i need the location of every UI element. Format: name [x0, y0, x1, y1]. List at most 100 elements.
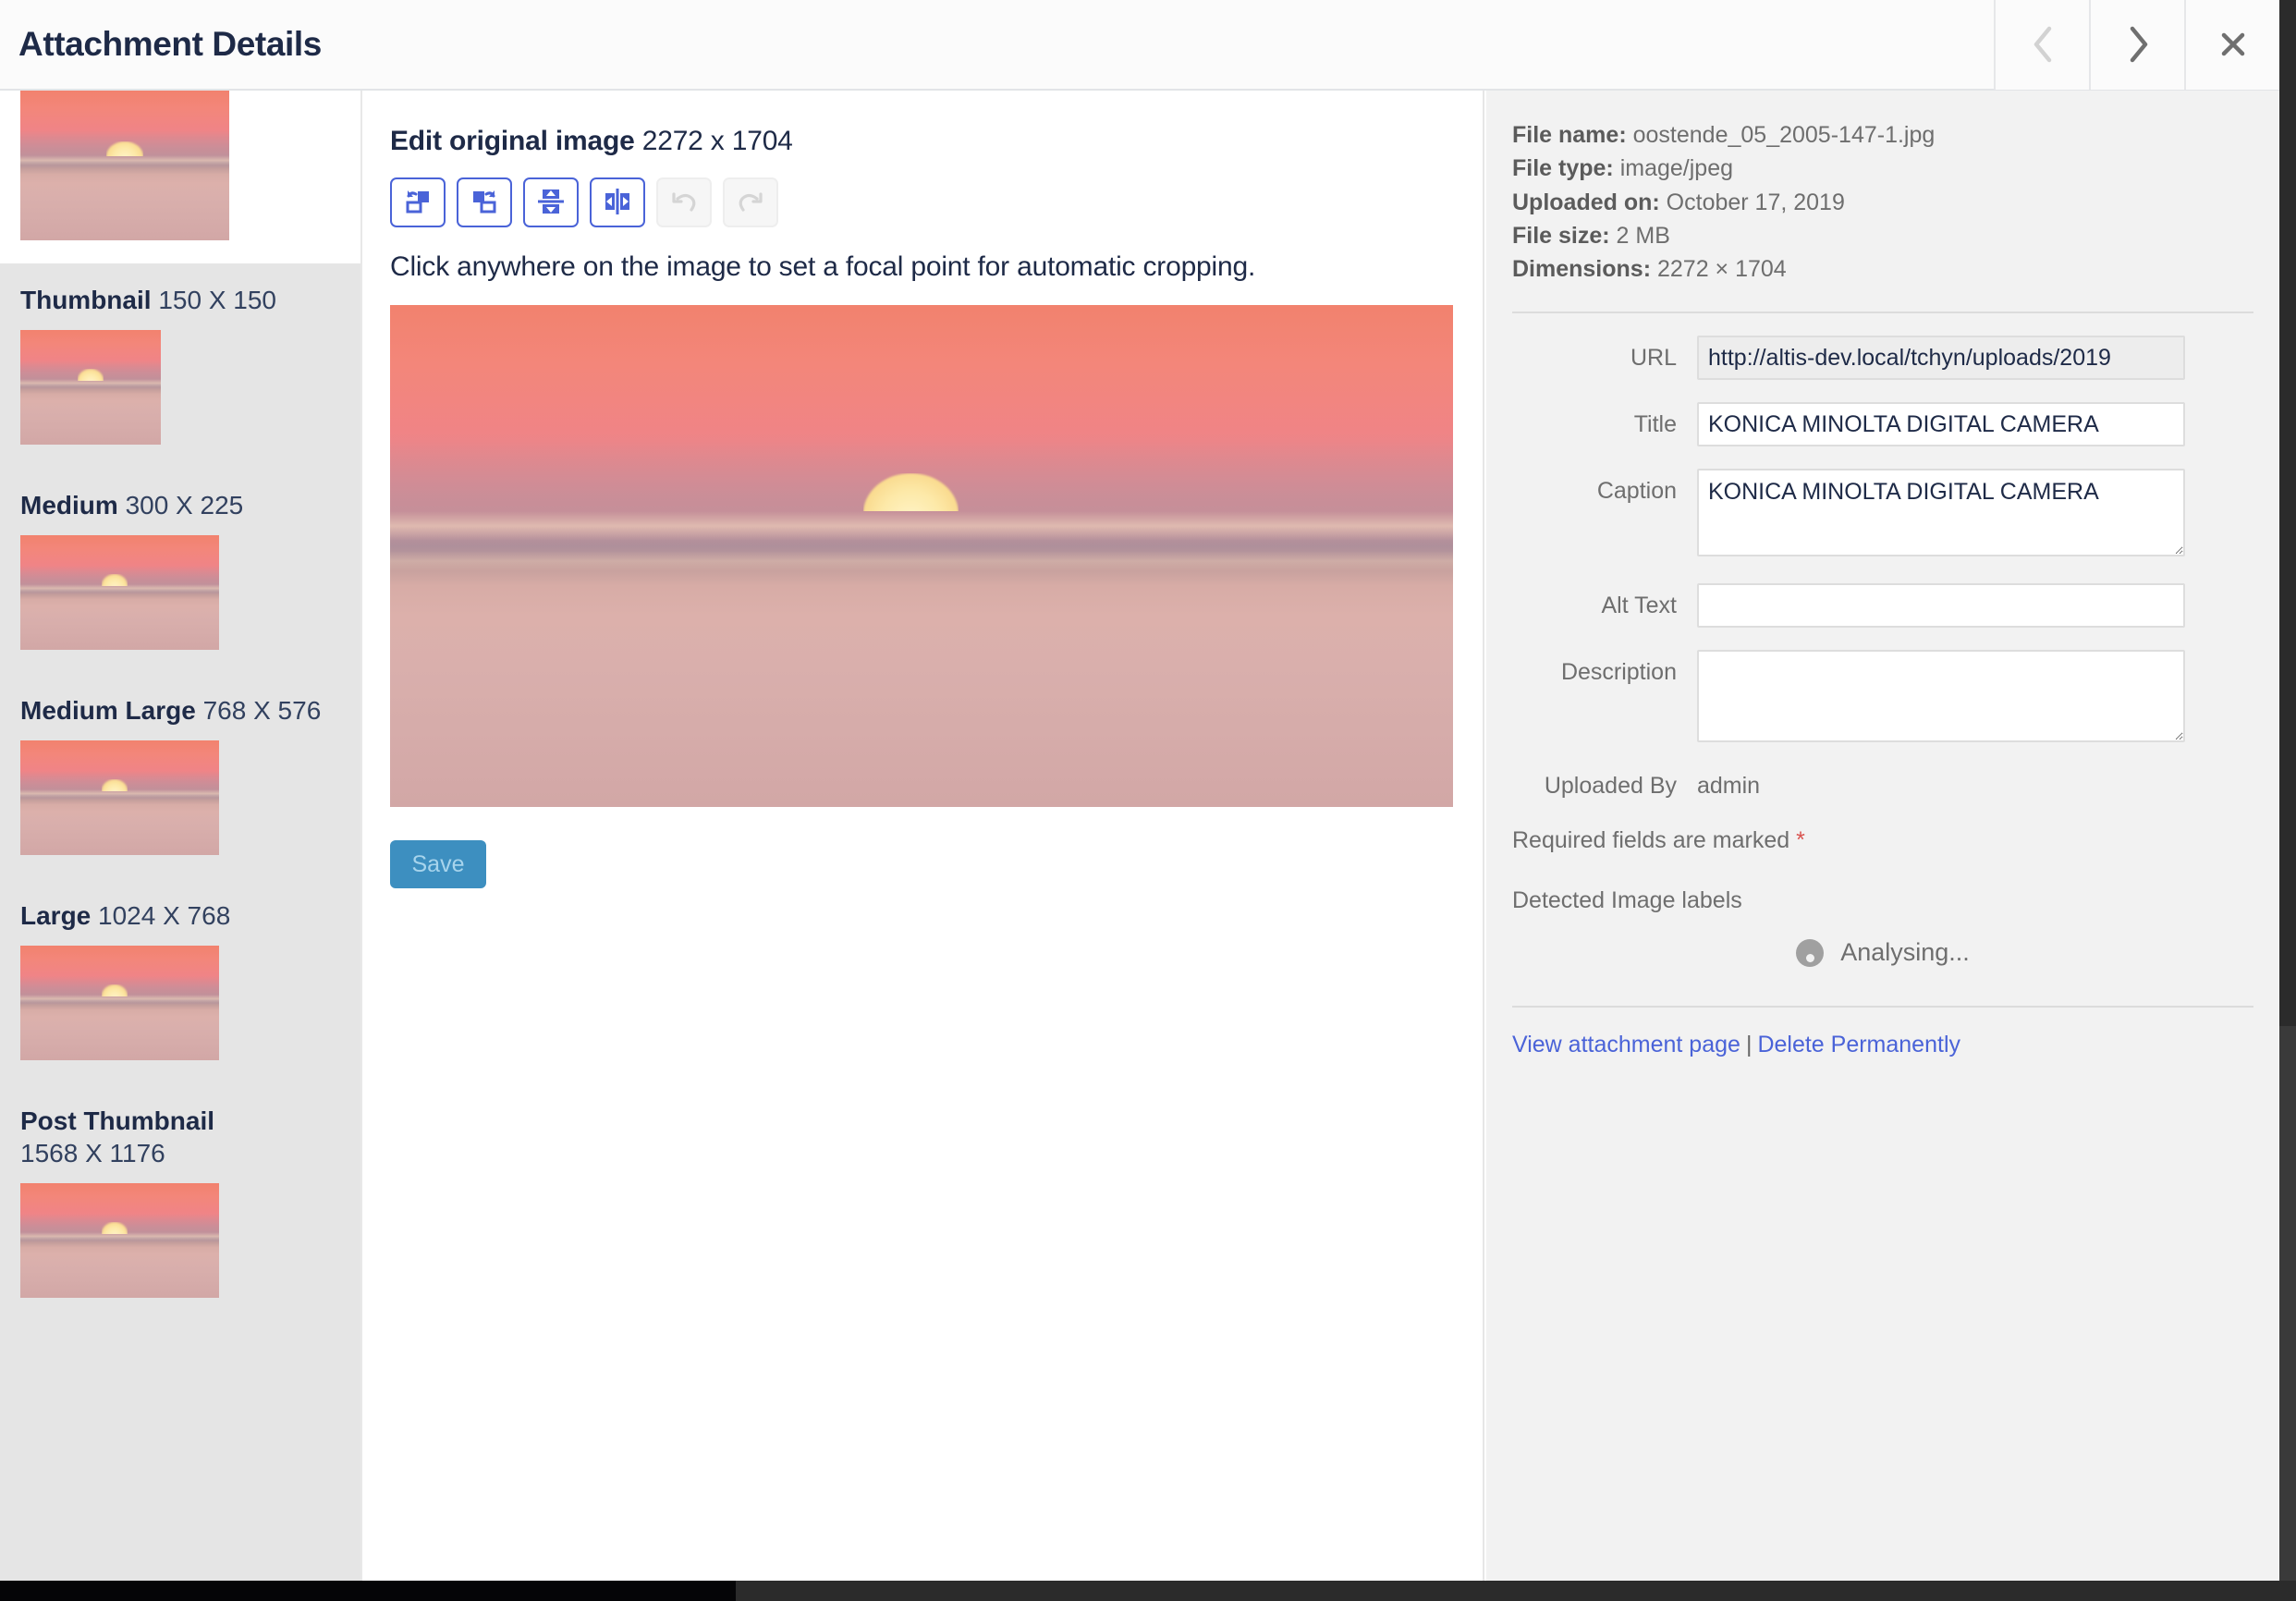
uploaded-by-row: Uploaded By admin — [1512, 773, 2253, 800]
alt-text-field-row: Alt Text — [1512, 583, 2253, 629]
url-label: URL — [1630, 345, 1677, 372]
modal-header: Attachment Details — [0, 0, 2279, 91]
caption-textarea[interactable] — [1697, 469, 2185, 557]
image-edit-toolbar — [390, 177, 1483, 227]
flip-horizontal-button[interactable] — [590, 177, 645, 227]
title-label: Title — [1633, 411, 1677, 438]
title-field-row: Title — [1512, 402, 2253, 447]
editor-heading-text: Edit original image — [390, 126, 635, 156]
rotate-left-icon — [403, 187, 433, 219]
size-preview-medium-large — [20, 740, 219, 855]
redo-icon — [736, 187, 765, 219]
meta-file-type-label: File type: — [1512, 155, 1614, 182]
focal-point-hint: Click anywhere on the image to set a foc… — [390, 251, 1256, 282]
size-dimensions: 1568 X 1176 — [20, 1139, 165, 1167]
undo-icon — [669, 187, 699, 219]
url-input[interactable] — [1697, 336, 2185, 381]
size-dimensions: 150 X 150 — [158, 286, 276, 314]
attachment-details-modal: Attachment Details Thumbnail 150 X 150 M… — [0, 0, 2296, 1601]
image-sizes-sidebar[interactable]: Thumbnail 150 X 150 Medium 300 X 225 Med… — [0, 91, 362, 1595]
size-name: Thumbnail — [20, 286, 152, 314]
meta-file-name: File name: oostende_05_2005-147-1.jpg — [1512, 118, 2253, 152]
size-dimensions: 768 X 576 — [202, 696, 322, 725]
caption-label: Caption — [1596, 478, 1677, 505]
size-dimensions: 300 X 225 — [125, 491, 244, 519]
attachment-details-panel: File name: oostende_05_2005-147-1.jpg Fi… — [1486, 91, 2279, 1595]
page-title: Attachment Details — [18, 25, 322, 63]
description-label: Description — [1560, 659, 1677, 686]
meta-file-size-label: File size: — [1512, 222, 1610, 249]
size-label: Medium 300 X 225 — [20, 489, 360, 521]
size-preview-medium — [20, 535, 219, 650]
meta-file-size-value: 2 MB — [1616, 222, 1670, 249]
meta-file-size: File size: 2 MB — [1512, 219, 2253, 252]
header-nav-group — [1994, 0, 2279, 90]
caption-field-row: Caption — [1512, 469, 2253, 561]
chevron-right-icon — [2126, 25, 2150, 64]
list-item[interactable]: Large 1024 X 768 — [0, 855, 360, 1060]
sizes-sidebar-scroll[interactable]: Thumbnail 150 X 150 Medium 300 X 225 Med… — [0, 263, 360, 1595]
size-preview-partial-thumbnail — [20, 91, 229, 240]
previous-attachment-button[interactable] — [1994, 0, 2089, 90]
details-divider — [1512, 312, 2253, 314]
meta-dimensions: Dimensions: 2272 × 1704 — [1512, 252, 2253, 286]
horizontal-scrollbar-thumb[interactable] — [0, 1581, 736, 1601]
description-field-row: Description — [1512, 650, 2253, 747]
required-fields-note: Required fields are marked * — [1512, 827, 2253, 854]
alt-text-input[interactable] — [1697, 583, 2185, 629]
title-input[interactable] — [1697, 402, 2185, 447]
required-fields-text: Required fields are marked — [1512, 827, 1797, 854]
flip-vertical-icon — [536, 187, 566, 219]
horizontal-scrollbar[interactable] — [0, 1581, 2296, 1601]
vertical-scrollbar-thumb[interactable] — [2279, 0, 2296, 1026]
url-field-row: URL — [1512, 336, 2253, 381]
meta-file-type: File type: image/jpeg — [1512, 152, 2253, 185]
attachment-actions: View attachment page | Delete Permanently — [1512, 1032, 2253, 1058]
editor-heading-dimensions: 2272 x 1704 — [641, 126, 793, 156]
save-button[interactable]: Save — [390, 840, 486, 888]
detected-labels-heading: Detected Image labels — [1512, 887, 1742, 914]
spinner-icon — [1796, 938, 1825, 967]
delete-permanently-link[interactable]: Delete Permanently — [1757, 1032, 1960, 1057]
meta-dimensions-label: Dimensions: — [1512, 256, 1652, 282]
analysing-status: Analysing... — [1512, 938, 2253, 967]
meta-file-type-value: image/jpeg — [1619, 155, 1734, 182]
modal-body: Thumbnail 150 X 150 Medium 300 X 225 Med… — [0, 91, 2279, 1595]
chevron-left-icon — [2031, 25, 2055, 64]
size-name: Post Thumbnail — [20, 1106, 214, 1135]
size-preview-large — [20, 946, 219, 1060]
size-name: Medium Large — [20, 696, 196, 725]
close-icon — [2219, 31, 2247, 58]
size-preview-thumbnail — [20, 330, 161, 445]
undo-button[interactable] — [656, 177, 712, 227]
flip-horizontal-icon — [603, 187, 632, 219]
list-item[interactable]: Medium 300 X 225 — [0, 445, 360, 650]
image-editor-panel: Edit original image 2272 x 1704 Click an… — [364, 91, 1484, 1595]
size-label: Medium Large 768 X 576 — [20, 694, 360, 727]
alt-text-label: Alt Text — [1601, 593, 1677, 619]
uploaded-by-value: admin — [1697, 773, 1761, 800]
size-label: Post Thumbnail 1568 X 1176 — [20, 1105, 298, 1169]
uploaded-by-label: Uploaded By — [1544, 773, 1677, 800]
list-item[interactable]: Medium Large 768 X 576 — [0, 650, 360, 855]
rotate-left-button[interactable] — [390, 177, 446, 227]
meta-file-name-label: File name: — [1512, 122, 1627, 148]
view-attachment-page-link[interactable]: View attachment page — [1512, 1032, 1740, 1057]
required-asterisk: * — [1796, 827, 1805, 854]
size-name: Large — [20, 901, 92, 930]
focal-point-image[interactable] — [390, 305, 1453, 807]
close-modal-button[interactable] — [2184, 0, 2279, 90]
vertical-scrollbar[interactable] — [2279, 0, 2296, 1601]
rotate-right-button[interactable] — [457, 177, 512, 227]
size-label: Thumbnail 150 X 150 — [20, 284, 360, 316]
meta-uploaded-on-label: Uploaded on: — [1512, 189, 1660, 215]
redo-button[interactable] — [723, 177, 778, 227]
sizes-sidebar-top-spacer — [0, 91, 360, 263]
description-textarea[interactable] — [1697, 650, 2185, 743]
meta-dimensions-value: 2272 × 1704 — [1656, 256, 1787, 282]
next-attachment-button[interactable] — [2089, 0, 2184, 90]
list-item[interactable]: Post Thumbnail 1568 X 1176 — [0, 1060, 360, 1298]
size-label: Large 1024 X 768 — [20, 899, 360, 932]
flip-vertical-button[interactable] — [523, 177, 579, 227]
list-item[interactable]: Thumbnail 150 X 150 — [0, 263, 360, 445]
